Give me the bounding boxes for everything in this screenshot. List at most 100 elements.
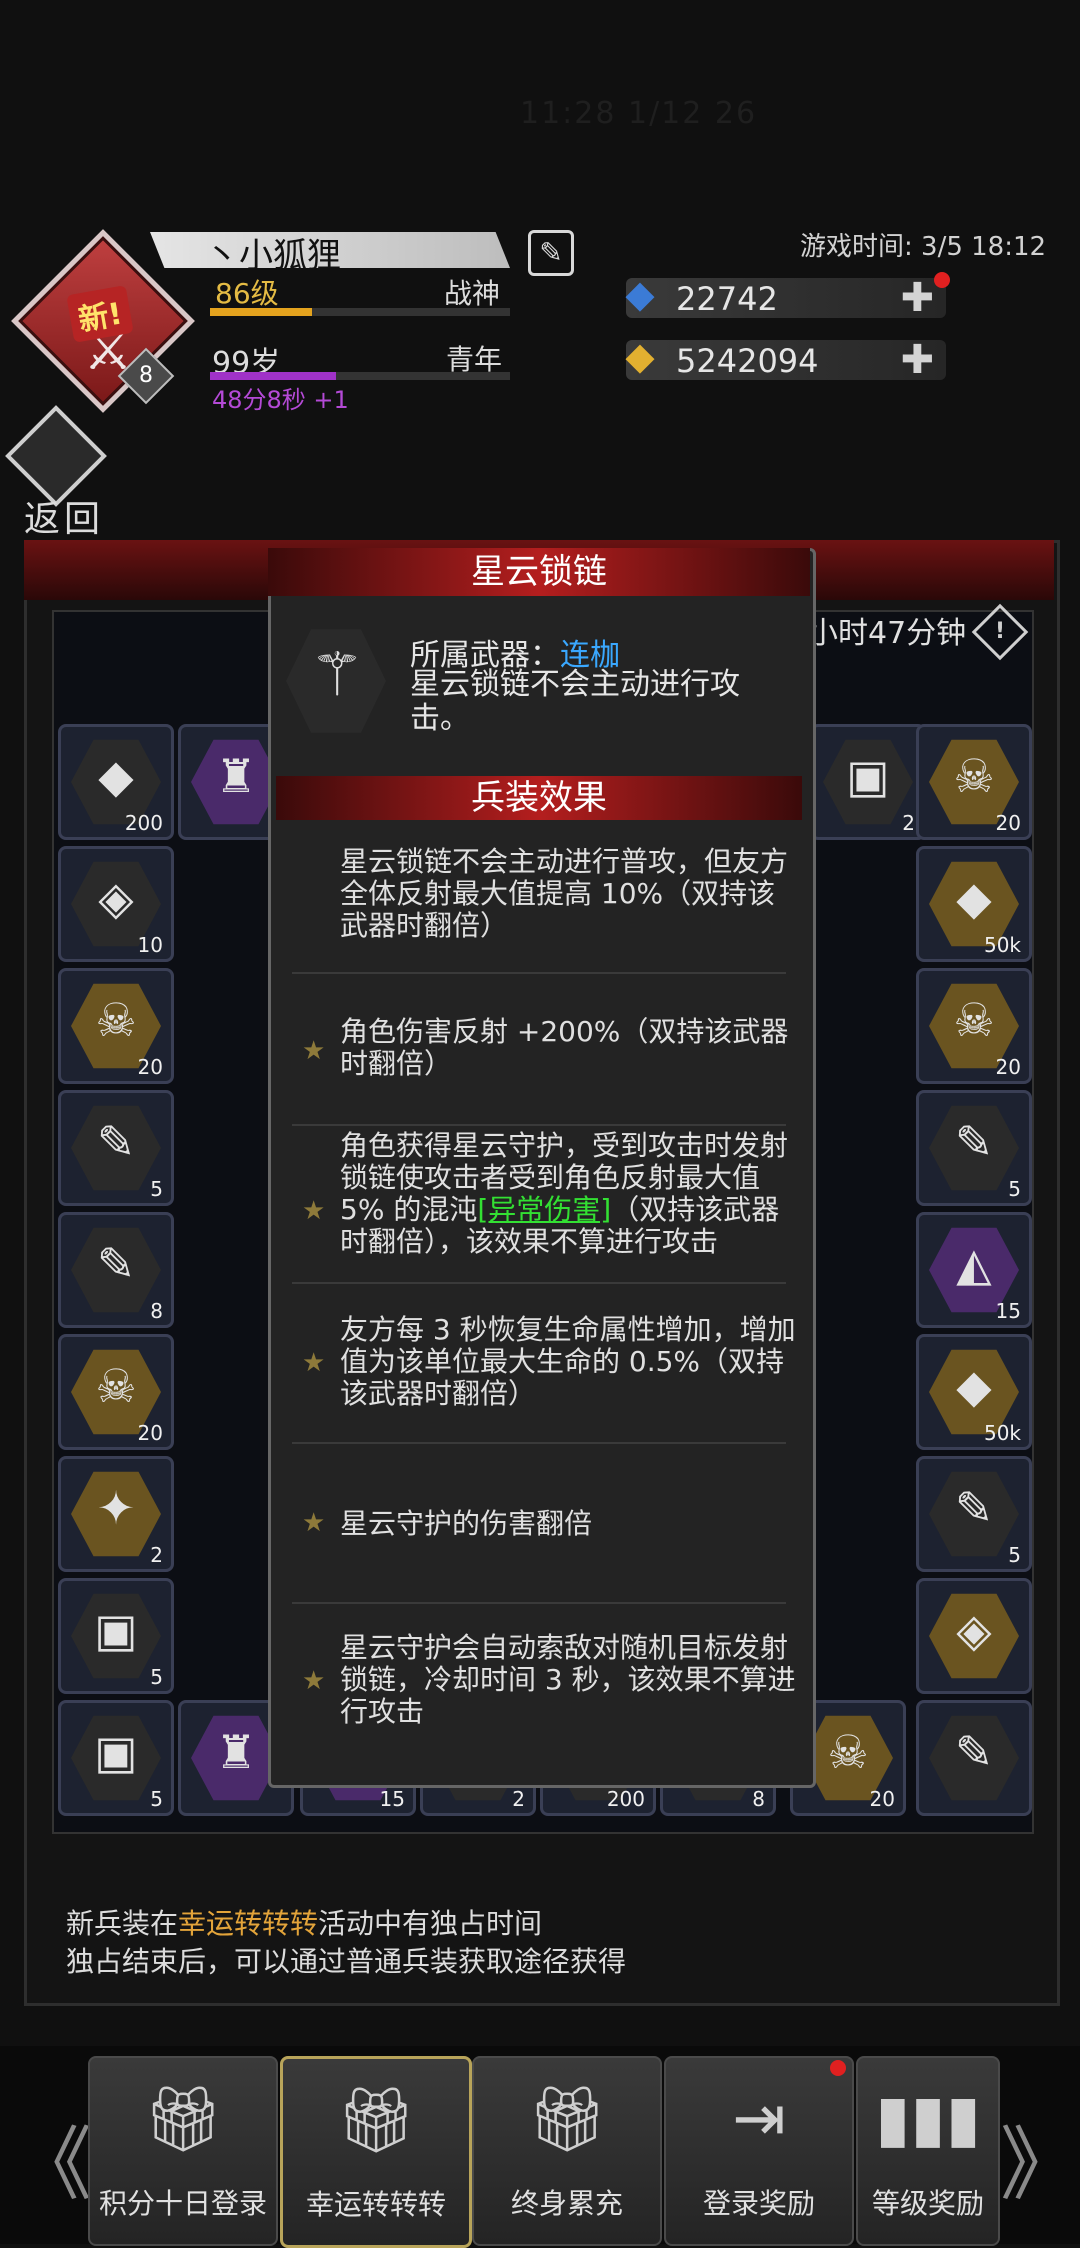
nav-left-arrow-icon[interactable]: 《 (12, 2100, 92, 2216)
star-icon: ★ (302, 1666, 326, 1696)
item-count: 200 (124, 811, 163, 835)
effects-section-title: 兵装效果 (471, 778, 607, 818)
equipment-slot[interactable]: ✎ (916, 1700, 1032, 1816)
star-icon: ★ (302, 1508, 326, 1538)
item-icon: ☠ (953, 993, 995, 1047)
item-count: 2 (902, 811, 915, 835)
item-icon: ✎ (954, 1481, 994, 1535)
equipment-slot[interactable]: ◈ (916, 1578, 1032, 1694)
item-icon: ✎ (96, 1115, 136, 1169)
equipment-slot[interactable]: ✎ 5 (916, 1090, 1032, 1206)
equipment-slot[interactable]: ▣ 5 (58, 1700, 174, 1816)
notification-dot (830, 2060, 846, 2076)
age-progress-bar (210, 372, 510, 380)
star-icon: ★ (302, 1348, 326, 1378)
item-icon: ◈ (98, 871, 134, 925)
weapon-description: 星云锁链不会主动进行攻击。 (410, 667, 740, 736)
gold-gem-icon: ◆ (625, 334, 655, 378)
tab-label: 幸运转转转 (305, 2188, 446, 2221)
tab-lifetime-recharge[interactable]: 🎁︎ 终身累充 (472, 2056, 662, 2246)
item-count: 5 (150, 1787, 163, 1811)
exclusive-timer: 小时47分钟 (808, 616, 967, 651)
item-count: 8 (752, 1787, 765, 1811)
equipment-slot[interactable]: ☠ 20 (58, 968, 174, 1084)
effect-item-5: ★ 星云守护的伤害翻倍 (276, 1446, 802, 1604)
blue-gem-value: 22742 (676, 280, 778, 318)
item-count: 10 (137, 933, 163, 957)
player-level: 86级 (215, 277, 279, 310)
tab-lucky-spin[interactable]: 🎁︎ 幸运转转转 (280, 2056, 472, 2248)
effect-item-3: ★ 角色获得星云守护，受到攻击时发射锁链使攻击者受到角色反射最大值 5% 的混沌… (276, 1126, 802, 1286)
effect-text: 星云守护会自动索敌对随机目标发射锁链，冷却时间 3 秒，该效果不算进行攻击 (340, 1631, 796, 1728)
back-button-label[interactable]: 返回 (24, 490, 104, 542)
new-badge: 新! (66, 285, 134, 343)
event-note-line2: 独占结束后，可以通过普通兵装获取途径获得 (66, 1945, 627, 1978)
notification-dot (934, 272, 950, 288)
item-count: 15 (995, 1299, 1021, 1323)
tab-label: 登录奖励 (702, 2187, 815, 2220)
item-count: 20 (137, 1421, 163, 1445)
equipment-slot[interactable]: ◭15 (916, 1212, 1032, 1328)
star-icon: ★ (302, 1036, 326, 1066)
item-icon: ◆ (98, 749, 134, 803)
equipment-slot[interactable]: ☠ 20 (916, 968, 1032, 1084)
tab-level-rewards[interactable]: ▮▮▮ 等级奖励 (856, 2056, 1000, 2246)
level-progress-fill (210, 308, 312, 316)
gift-icon: 🎁︎ (335, 2084, 417, 2158)
equipment-slot[interactable]: ✎ 5 (58, 1090, 174, 1206)
item-count: 20 (995, 1055, 1021, 1079)
equipment-slot[interactable]: ✎8 (58, 1212, 174, 1328)
item-count: 50k (983, 1421, 1021, 1445)
tab-label: 等级奖励 (871, 2187, 984, 2220)
flail-icon: ⚚ (310, 640, 364, 710)
age-progress-fill (210, 372, 336, 380)
item-icon: ◈ (956, 1603, 992, 1657)
tab-login-rewards[interactable]: ⇥ 登录奖励 (664, 2056, 854, 2246)
equipment-slot[interactable]: ◆ 50k (916, 846, 1032, 962)
item-icon: ▣ (94, 1725, 138, 1779)
equipment-slot[interactable]: ✦ 2 (58, 1456, 174, 1572)
equipment-slot[interactable]: ✎ 5 (916, 1456, 1032, 1572)
item-icon: ◆ (956, 1359, 992, 1413)
item-count: 200 (606, 1787, 645, 1811)
edit-icon[interactable]: ✎ (528, 230, 574, 276)
gift-icon: 🎁︎ (526, 2083, 608, 2157)
effect-item-2: ★ 角色伤害反射 +200%（双持该武器时翻倍） (276, 976, 802, 1126)
equipment-slot[interactable]: ◆ 200 (58, 724, 174, 840)
event-name-link[interactable]: 幸运转转转 (178, 1907, 318, 1940)
item-count: 2 (150, 1543, 163, 1567)
item-icon: ✎ (954, 1115, 994, 1169)
item-icon: ✎ (96, 1237, 136, 1291)
item-icon: ☠ (95, 993, 137, 1047)
tab-points-ten-day-login[interactable]: 🎁︎ 积分十日登录 (88, 2056, 278, 2246)
divider (292, 1442, 786, 1444)
blue-gem-icon: ◆ (625, 272, 655, 316)
status-time-faint: 11:28 1/12 26 (520, 96, 758, 131)
age-timer: 48分8秒 +1 (212, 386, 349, 414)
item-count: 50k (983, 933, 1021, 957)
equipment-slot[interactable]: ◈ 10 (58, 846, 174, 962)
effect-item-6: ★ 星云守护会自动索敌对随机目标发射锁链，冷却时间 3 秒，该效果不算进行攻击 (276, 1604, 802, 1774)
divider (292, 972, 786, 974)
item-icon: ◆ (956, 871, 992, 925)
nav-right-arrow-icon[interactable]: 》 (1000, 2100, 1080, 2216)
item-count: 2 (512, 1787, 525, 1811)
item-icon: ☠ (953, 749, 995, 803)
item-count: 20 (137, 1055, 163, 1079)
item-icon: ☠ (95, 1359, 137, 1413)
add-gold-gem-button[interactable]: ✚ (900, 340, 934, 380)
equipment-slot[interactable]: ◆ 50k (916, 1334, 1032, 1450)
item-count: 5 (150, 1177, 163, 1201)
equipment-slot[interactable]: ☠ 20 (916, 724, 1032, 840)
item-icon: ▣ (94, 1603, 138, 1657)
abnormal-damage-link[interactable]: [异常伤害] (477, 1193, 611, 1226)
equipment-slot[interactable]: ☠ 20 (58, 1334, 174, 1450)
tab-label: 积分十日登录 (98, 2187, 267, 2220)
divider (292, 1282, 786, 1284)
star-icon: ★ (302, 1196, 326, 1226)
event-note-line1: 新兵装在幸运转转转活动中有独占时间 (66, 1907, 543, 1940)
equipment-slot[interactable]: ▣ 5 (58, 1578, 174, 1694)
effect-item-4: ★ 友方每 3 秒恢复生命属性增加，增加值为该单位最大生命的 0.5%（双持该武… (276, 1286, 802, 1446)
add-blue-gem-button[interactable]: ✚ (900, 278, 934, 318)
equipment-slot[interactable]: ▣ 2 (810, 724, 926, 840)
